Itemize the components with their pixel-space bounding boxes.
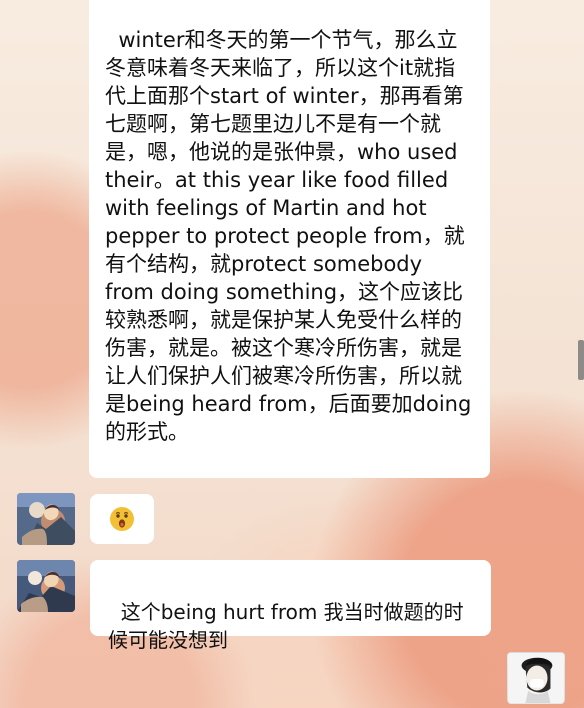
contact-avatar[interactable] — [17, 493, 75, 545]
contact-avatar[interactable] — [17, 560, 75, 612]
incoming-message-bubble[interactable]: 这个being hurt from 我当时做题的时候可能没想到 — [90, 560, 491, 652]
self-avatar[interactable] — [507, 652, 565, 704]
emoji-face-icon — [110, 507, 134, 531]
contact-avatar-image — [17, 560, 75, 612]
scroll-indicator[interactable] — [578, 340, 584, 380]
incoming-emoji-bubble[interactable] — [90, 494, 154, 544]
self-avatar-image — [508, 653, 564, 703]
contact-avatar-image — [17, 493, 75, 545]
incoming-message-bubble[interactable]: winter和冬天的第一个节气，那么立冬意味着冬天来临了，所以这个it就指代上面… — [89, 0, 490, 478]
message-text: winter和冬天的第一个节气，那么立冬意味着冬天来临了，所以这个it就指代上面… — [105, 28, 472, 444]
